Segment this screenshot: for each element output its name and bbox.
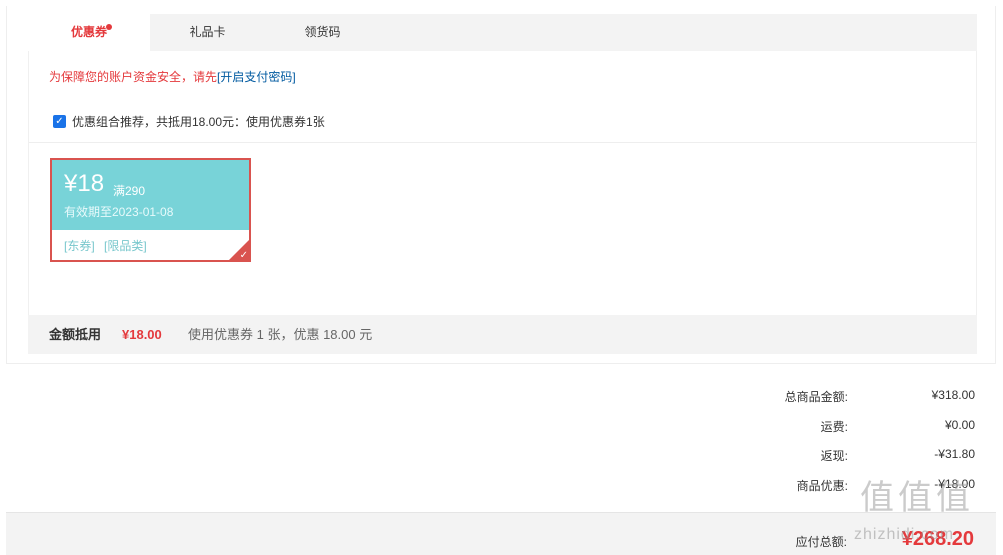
tab-coupons[interactable]: 优惠券 (28, 14, 150, 51)
summary-amount: ¥18.00 (122, 327, 162, 342)
total-label: 运费: (820, 420, 848, 434)
total-label: 返现: (820, 449, 848, 463)
payable-amount: ¥268.20 (901, 528, 974, 550)
total-value: ¥0.00 (944, 418, 975, 432)
tab-gift-cards[interactable]: 礼品卡 (150, 14, 265, 51)
notification-dot-icon (106, 24, 112, 30)
tab-redeem-codes-label: 领货码 (304, 25, 341, 39)
total-value: -¥31.80 (934, 447, 975, 461)
coupon-amount: ¥18 (64, 170, 105, 197)
summary-description: 使用优惠券 1 张，优惠 18.00 元 (188, 327, 373, 342)
total-row: 总商品金额: ¥318.00 (0, 388, 1003, 408)
checkbox-checked-icon[interactable]: ✓ (53, 115, 66, 128)
coupon-tag-category: [限品类] (104, 239, 147, 253)
total-row: 运费: ¥0.00 (0, 418, 1003, 438)
security-warning: 为保障您的账户资金安全，请先[开启支付密码] (49, 68, 296, 85)
total-row: 返现: -¥31.80 (0, 447, 1003, 467)
tab-coupons-label: 优惠券 (70, 25, 107, 39)
discount-summary: 金额抵用 ¥18.00 使用优惠券 1 张，优惠 18.00 元 (28, 315, 977, 354)
checkmark-icon: ✓ (239, 250, 248, 261)
total-row: 商品优惠: -¥18.00 (0, 477, 1003, 497)
payable-bar: 应付总额: ¥268.20 (6, 512, 996, 555)
payable-label: 应付总额: (795, 535, 847, 549)
tab-redeem-codes[interactable]: 领货码 (265, 14, 380, 51)
tab-gift-cards-label: 礼品卡 (189, 25, 226, 39)
coupon-card-header: ¥18 满290 有效期至2023-01-08 (52, 160, 249, 230)
divider (29, 142, 976, 143)
combo-recommendation[interactable]: ✓ 优惠组合推荐，共抵用18.00元：使用优惠券1张 (53, 113, 325, 130)
coupon-validity: 有效期至2023-01-08 (64, 205, 174, 219)
combo-recommendation-text: 优惠组合推荐，共抵用18.00元：使用优惠券1张 (72, 115, 325, 129)
coupon-condition: 满290 (113, 184, 146, 198)
discount-tabs: 优惠券 礼品卡 领货码 (28, 14, 977, 51)
summary-label: 金额抵用 (49, 327, 102, 342)
coupon-tag-jd: [东券] (64, 239, 95, 253)
enable-payment-password-link[interactable]: [开启支付密码] (217, 70, 296, 84)
security-warning-text: 为保障您的账户资金安全，请先 (49, 70, 218, 84)
coupon-content: 为保障您的账户资金安全，请先[开启支付密码] ✓ 优惠组合推荐，共抵用18.00… (28, 51, 977, 321)
coupon-panel: 优惠券 礼品卡 领货码 为保障您的账户资金安全，请先[开启支付密码] ✓ 优惠组… (6, 6, 996, 364)
total-value: -¥18.00 (934, 477, 975, 491)
coupon-card[interactable]: ¥18 满290 有效期至2023-01-08 [东券] [限品类] ✓ (50, 158, 251, 262)
total-value: ¥318.00 (931, 388, 975, 402)
total-label: 商品优惠: (796, 479, 848, 493)
total-label: 总商品金额: (784, 390, 848, 404)
coupon-tags: [东券] [限品类] (64, 237, 153, 254)
